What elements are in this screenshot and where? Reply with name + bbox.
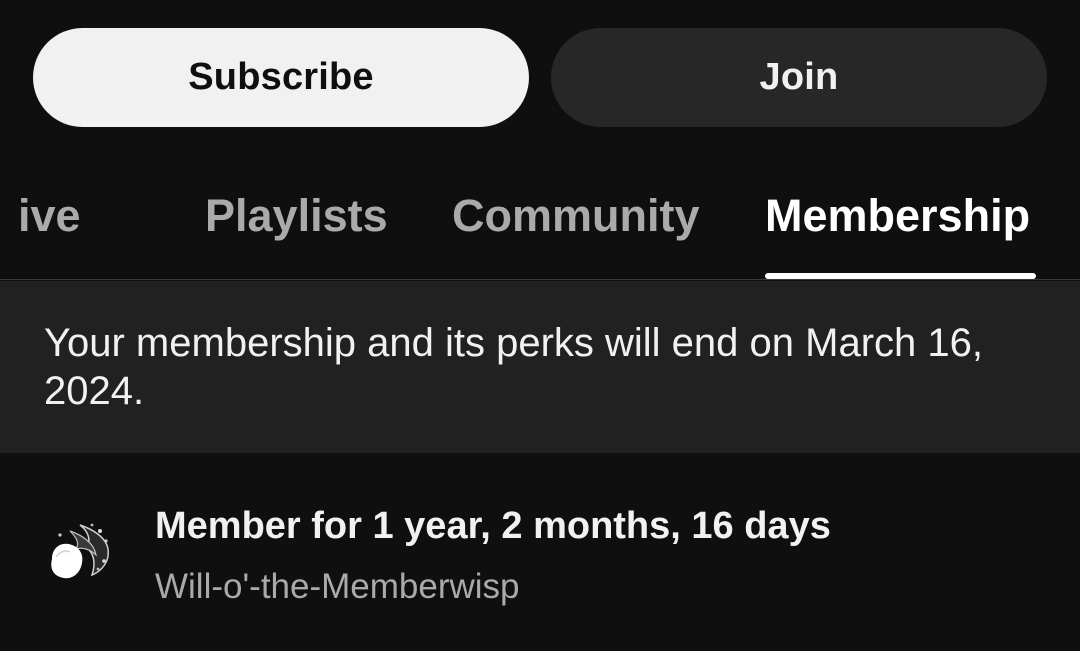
active-tab-indicator	[765, 273, 1036, 279]
tab-community[interactable]: Community	[452, 190, 700, 242]
membership-level-name: Will-o'-the-Memberwisp	[155, 567, 520, 606]
membership-end-notice-text: Your membership and its perks will end o…	[44, 321, 983, 413]
tab-membership[interactable]: Membership	[765, 190, 1030, 242]
channel-action-buttons: Subscribe Join	[0, 0, 1080, 150]
membership-duration: Member for 1 year, 2 months, 16 days	[155, 505, 831, 547]
wisp-badge-icon	[51, 523, 110, 579]
tab-playlists[interactable]: Playlists	[205, 190, 388, 242]
join-button[interactable]: Join	[551, 28, 1047, 127]
channel-tab-bar: ive Playlists Community Membership	[0, 150, 1080, 280]
tab-live-label: ive	[18, 190, 81, 241]
membership-status-row: Member for 1 year, 2 months, 16 days Wil…	[0, 453, 1080, 651]
tab-live[interactable]: ive	[18, 190, 81, 242]
membership-end-notice: Your membership and its perks will end o…	[0, 281, 1080, 453]
subscribe-button[interactable]: Subscribe	[33, 28, 529, 127]
